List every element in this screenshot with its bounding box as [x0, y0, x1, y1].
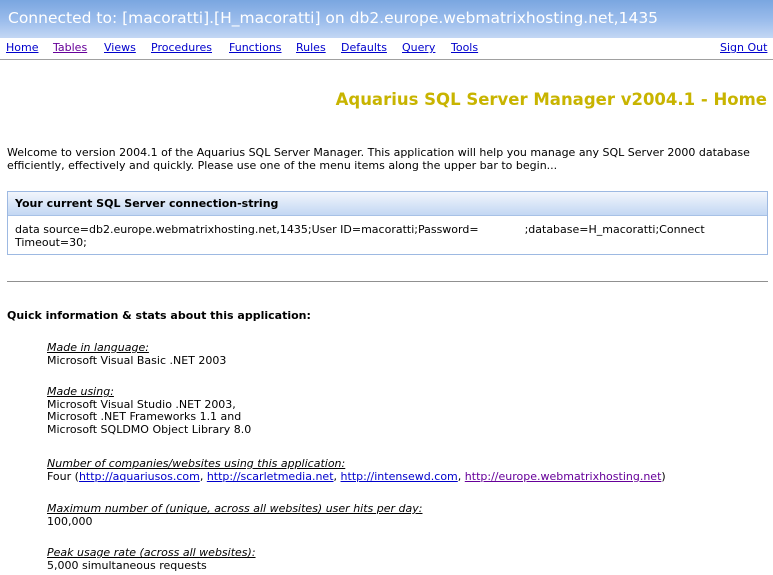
companies-value: Four (http://aquariusos.com, http://scar… [47, 469, 666, 484]
max-hits-value: 100,000 [47, 514, 93, 528]
companies-suffix: ) [661, 469, 666, 483]
page-title: Aquarius SQL Server Manager v2004.1 - Ho… [335, 90, 767, 109]
connection-title: Connected to: [macoratti].[H_macoratti] … [8, 9, 659, 27]
title-bar: Connected to: [macoratti].[H_macoratti] … [0, 0, 773, 38]
link-webmatrixhosting[interactable]: http://europe.webmatrixhosting.net [465, 470, 662, 483]
connection-panel-header: Your current SQL Server connection-strin… [8, 192, 767, 216]
connection-string-panel: Your current SQL Server connection-strin… [7, 191, 768, 255]
made-using-label: Made using: [47, 385, 114, 398]
connection-string-prefix: data source=db2.europe.webmatrixhosting.… [15, 223, 479, 236]
peak-value: 5,000 simultaneous requests [47, 558, 207, 572]
companies-prefix: Four ( [47, 469, 79, 483]
connection-string: data source=db2.europe.webmatrixhosting.… [8, 216, 767, 249]
link-aquariusos[interactable]: http://aquariusos.com [79, 470, 200, 483]
menu-home[interactable]: Home [6, 41, 38, 54]
menu-query[interactable]: Query [402, 41, 435, 54]
max-hits-block: Maximum number of (unique, across all we… [47, 502, 423, 528]
peak-label: Peak usage rate (across all websites): [47, 546, 256, 559]
separator: , [333, 469, 341, 483]
menu-defaults[interactable]: Defaults [341, 41, 387, 54]
companies-block: Number of companies/websites using this … [47, 457, 666, 484]
made-using-block: Made using: Microsoft Visual Studio .NET… [47, 385, 252, 436]
menu-functions[interactable]: Functions [229, 41, 282, 54]
menu-tables[interactable]: Tables [53, 41, 87, 54]
sign-out-link[interactable]: Sign Out [720, 41, 767, 54]
menu-bar: Home Tables Views Procedures Functions R… [0, 39, 773, 58]
menu-rules[interactable]: Rules [296, 41, 326, 54]
language-block: Made in language: Microsoft Visual Basic… [47, 341, 227, 367]
menu-views[interactable]: Views [104, 41, 136, 54]
separator: , [199, 469, 207, 483]
link-intensewd[interactable]: http://intensewd.com [341, 470, 458, 483]
menu-tools[interactable]: Tools [451, 41, 478, 54]
section-divider [7, 281, 768, 282]
menu-procedures[interactable]: Procedures [151, 41, 212, 54]
welcome-text: Welcome to version 2004.1 of the Aquariu… [7, 146, 750, 172]
menu-divider [0, 59, 773, 60]
stats-heading: Quick information & stats about this app… [7, 309, 311, 322]
max-hits-label: Maximum number of (unique, across all we… [47, 502, 423, 515]
language-label: Made in language: [47, 341, 149, 354]
made-using-value: Microsoft Visual Studio .NET 2003, Micro… [47, 397, 252, 436]
language-value: Microsoft Visual Basic .NET 2003 [47, 353, 227, 367]
link-scarletmedia[interactable]: http://scarletmedia.net [207, 470, 334, 483]
peak-block: Peak usage rate (across all websites): 5… [47, 546, 256, 572]
separator: , [457, 469, 465, 483]
